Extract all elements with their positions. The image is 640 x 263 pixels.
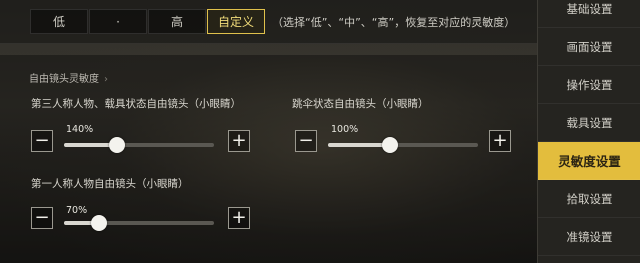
decrease-third-person-button[interactable]: − bbox=[31, 130, 53, 152]
preset-note: （选择“低”、“中”、“高”，恢复至对应的灵敏度） bbox=[272, 15, 516, 29]
slider-first-person[interactable] bbox=[64, 215, 214, 231]
slider-value-first-person: 70% bbox=[66, 205, 88, 216]
section-title-text: 自由镜头灵敏度 bbox=[29, 74, 99, 85]
tab-pickup-settings[interactable]: 拾取设置 bbox=[538, 180, 640, 218]
slider-knob[interactable] bbox=[381, 137, 398, 153]
slider-label-third-person: 第三人称人物、载具状态自由镜头（小眼睛） bbox=[31, 98, 241, 110]
chevron-right-icon: › bbox=[104, 74, 108, 85]
tab-vehicle-settings[interactable]: 载具设置 bbox=[538, 104, 640, 142]
tab-controls-settings[interactable]: 操作设置 bbox=[538, 66, 640, 104]
quality-preset-row: 低 · 高 自定义 （选择“低”、“中”、“高”，恢复至对应的灵敏度） bbox=[30, 9, 515, 34]
tab-scope-settings[interactable]: 准镜设置 bbox=[538, 218, 640, 256]
slider-label-first-person: 第一人称人物自由镜头（小眼睛） bbox=[31, 178, 189, 190]
settings-sidebar: 基础设置 画面设置 操作设置 载具设置 灵敏度设置 拾取设置 准镜设置 bbox=[537, 0, 640, 263]
slider-fill bbox=[328, 143, 390, 147]
slider-value-parachute: 100% bbox=[331, 124, 359, 135]
decrease-parachute-button[interactable]: − bbox=[295, 130, 317, 152]
decrease-first-person-button[interactable]: − bbox=[31, 207, 53, 229]
preset-medium-button[interactable]: · bbox=[89, 9, 147, 34]
section-title: 自由镜头灵敏度 › bbox=[29, 70, 108, 85]
slider-value-third-person: 140% bbox=[66, 124, 94, 135]
slider-knob[interactable] bbox=[90, 215, 107, 231]
tab-graphics-settings[interactable]: 画面设置 bbox=[538, 28, 640, 66]
slider-parachute[interactable] bbox=[328, 137, 478, 153]
slider-label-parachute: 跳伞状态自由镜头（小眼睛） bbox=[292, 98, 429, 110]
preset-low-button[interactable]: 低 bbox=[30, 9, 88, 34]
slider-third-person[interactable] bbox=[64, 137, 214, 153]
preset-high-button[interactable]: 高 bbox=[148, 9, 206, 34]
increase-parachute-button[interactable]: + bbox=[489, 130, 511, 152]
increase-third-person-button[interactable]: + bbox=[228, 130, 250, 152]
settings-panel: 低 · 高 自定义 （选择“低”、“中”、“高”，恢复至对应的灵敏度） 自由镜头… bbox=[0, 0, 537, 263]
tab-basic-settings[interactable]: 基础设置 bbox=[538, 0, 640, 28]
preset-custom-button[interactable]: 自定义 bbox=[207, 9, 265, 34]
slider-knob[interactable] bbox=[108, 137, 125, 153]
increase-first-person-button[interactable]: + bbox=[228, 207, 250, 229]
tab-sensitivity-settings[interactable]: 灵敏度设置 bbox=[538, 142, 640, 180]
